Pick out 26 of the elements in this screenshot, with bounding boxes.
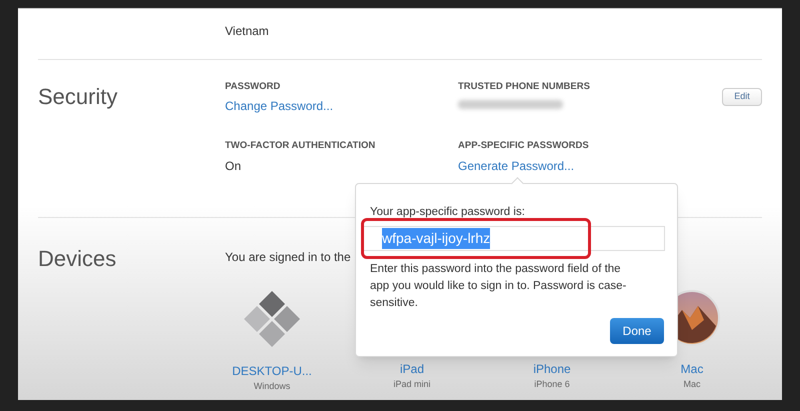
field-value: On [225,158,242,174]
device-name[interactable]: Mac [680,360,704,378]
field-label: TWO-FACTOR AUTHENTICATION [225,139,376,154]
country-value: Vietnam [225,24,269,38]
done-button[interactable]: Done [610,318,664,344]
field-label: PASSWORD [225,80,282,94]
device-name[interactable]: iPhone [533,360,571,378]
device-model: Windows [254,380,290,393]
password-value: wfpa-vajl-ijoy-lrhz [382,228,490,250]
device-model: Mac [683,378,700,391]
windows-diamond-icon [243,290,301,348]
edit-button[interactable]: Edit [722,88,762,106]
popover-heading: Your app-specific password is: [370,205,526,220]
device-model: iPad mini [393,378,430,391]
field-label: APP-SPECIFIC PASSWORDS [458,139,590,154]
device-model: iPhone 6 [534,378,570,391]
link[interactable]: Generate Password... [458,156,658,174]
link[interactable]: Change Password... [225,97,458,116]
section-title: Devices [38,246,116,271]
devices-intro: You are signed in to the [225,249,351,266]
popover-note: Enter this password into the password field of the app you would like to sign in to. Password is case-sensitive. [370,262,628,312]
device-name[interactable]: iPad [400,360,424,378]
password-field[interactable]: wfpa-vajl-ijoy-lrhz [363,226,665,252]
section-title: Security [38,84,118,109]
device-name[interactable]: DESKTOP-U... [232,362,312,380]
field-label: TRUSTED PHONE NUMBERS [458,80,591,94]
